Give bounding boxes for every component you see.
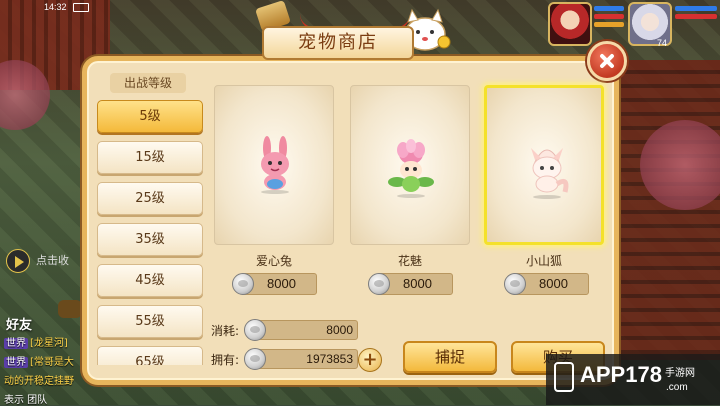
pet-name: 爱心兔 <box>255 254 292 268</box>
level-header: 出战等级 <box>110 73 186 93</box>
exp-bar <box>594 22 624 27</box>
chat-line: 世界 [龙星河] <box>4 334 68 349</box>
chat-channel-tag: 世界 <box>4 338 28 349</box>
mountain-fox-icon <box>531 148 569 199</box>
chat-text: [常哥是大 <box>30 357 74 368</box>
cost-label: 消耗: <box>211 324 240 338</box>
silver-coin-icon <box>232 273 254 295</box>
play-icon[interactable] <box>6 249 30 273</box>
watermark-sub: 手游网 <box>665 368 695 379</box>
chat-text: 表示 团队 <box>4 395 48 406</box>
pet-card-fox[interactable] <box>484 85 604 245</box>
chat-line: 世界 [常哥是大 <box>4 353 74 368</box>
cost-value: 8000 <box>254 320 358 340</box>
level-15-button[interactable]: 15级 <box>97 141 203 174</box>
silver-coin-icon <box>368 273 390 295</box>
own-value: 1973853 <box>254 349 358 369</box>
level-55-button[interactable]: 55级 <box>97 305 203 338</box>
pet-name: 花魅 <box>397 254 422 268</box>
level-list[interactable]: 5级 15级 25级 35级 45级 55级 65级 <box>97 97 205 365</box>
chat-text: [龙星河] <box>30 338 68 349</box>
pet-name: 小山狐 <box>525 254 562 268</box>
chat-line: 动的开稳定挂野 <box>4 372 74 387</box>
pet-mp-bar <box>675 14 717 19</box>
player-level: 74 <box>657 38 668 48</box>
silver-coin-icon <box>244 348 266 370</box>
hp-bar <box>594 6 624 11</box>
level-45-button[interactable]: 45级 <box>97 264 203 297</box>
watermark-url: .com <box>666 382 688 393</box>
pet-card-flower[interactable] <box>350 85 470 245</box>
chat-text: 动的开稳定挂野 <box>4 376 74 387</box>
add-currency-button[interactable]: + <box>358 348 382 372</box>
catch-button[interactable]: 捕捉 <box>403 341 497 373</box>
silver-coin-icon <box>244 319 266 341</box>
level-65-button[interactable]: 65级 <box>97 346 203 365</box>
pet-card-rabbit[interactable] <box>214 85 334 245</box>
flower-sprite-icon <box>388 139 434 198</box>
shop-title: 宠物商店 <box>262 26 414 60</box>
chat-line: 表示 团队 <box>4 391 47 406</box>
battery-icon <box>72 2 89 12</box>
friends-label[interactable]: 好友 <box>6 314 32 333</box>
silver-coin-icon <box>504 273 526 295</box>
pink-rabbit-icon <box>261 136 289 194</box>
own-label: 拥有: <box>211 353 240 367</box>
phone-logo-icon <box>554 362 574 392</box>
watermark-text: APP178 <box>580 362 662 387</box>
blossom-tree <box>640 120 720 210</box>
level-35-button[interactable]: 35级 <box>97 223 203 256</box>
click-collect-text[interactable]: 点击收 <box>36 252 69 268</box>
close-button[interactable] <box>587 41 627 81</box>
pet-hp-bar <box>675 6 717 11</box>
level-25-button[interactable]: 25级 <box>97 182 203 215</box>
chat-channel-tag: 世界 <box>4 357 28 368</box>
status-time: 14:32 <box>44 2 67 12</box>
mp-bar <box>594 14 624 19</box>
level-5-button[interactable]: 5级 <box>97 100 203 133</box>
player-avatar[interactable] <box>548 2 592 46</box>
status-bar: 14:32 <box>0 0 164 14</box>
chat-bubble-icon[interactable] <box>58 300 82 318</box>
